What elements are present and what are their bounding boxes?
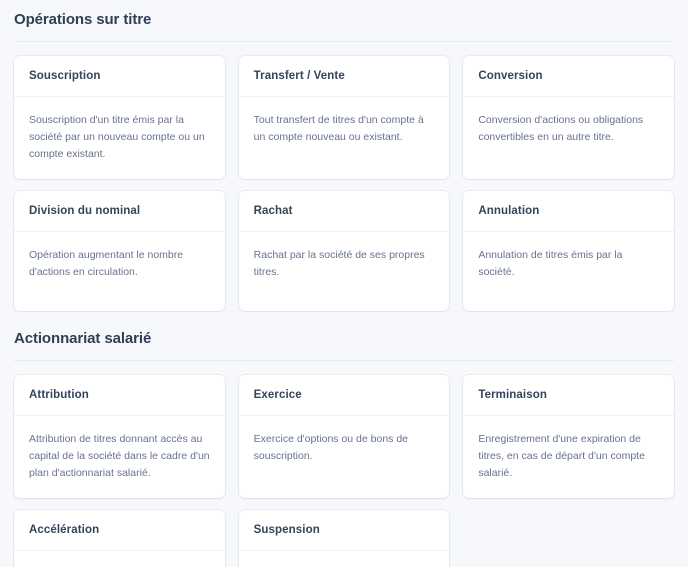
card-transfert-vente[interactable]: Transfert / Vente Tout transfert de titr… [238, 56, 450, 179]
section-operations-sur-titre: Opérations sur titre Souscription Souscr… [0, 0, 688, 311]
card-header: Attribution [14, 375, 225, 416]
card-title: Accélération [29, 524, 100, 536]
section-divider [14, 41, 674, 42]
card-description: Enregistrement d'une expiration de titre… [478, 433, 645, 479]
section-title: Opérations sur titre [14, 11, 152, 28]
card-body: Opération augmentant le nombre d'actions… [14, 232, 225, 311]
card-title: Conversion [478, 70, 543, 82]
card-body: Rachat par la société de ses propres tit… [239, 232, 450, 311]
card-exercice[interactable]: Exercice Exercice d'options ou de bons d… [238, 375, 450, 498]
section-header: Actionnariat salarié [14, 319, 674, 361]
card-title: Suspension [253, 524, 320, 536]
card-description: Rachat par la société de ses propres tit… [253, 249, 425, 278]
card-body: Annulation de titres émis par la société… [463, 232, 674, 311]
card-grid-operations: Souscription Souscription d'un titre émi… [14, 56, 674, 311]
card-header: Terminaison [463, 375, 674, 416]
card-description: Conversion d'actions ou obligations conv… [478, 114, 644, 143]
card-description: Tout transfert de titres d'un compte à u… [253, 114, 424, 143]
card-body: Souscription d'un titre émis par la soci… [14, 97, 225, 179]
card-suspension[interactable]: Suspension Suspension de l'acquisition d… [238, 510, 450, 567]
card-header: Exercice [238, 375, 450, 416]
page-root: Opérations sur titre Souscription Souscr… [0, 0, 688, 567]
card-header: Accélération [14, 510, 225, 551]
card-rachat[interactable]: Rachat Rachat par la société de ses prop… [238, 191, 450, 311]
card-title: Division du nominal [29, 205, 141, 217]
card-description: Attribution de titres donnant accès au c… [29, 433, 210, 479]
card-title: Terminaison [478, 389, 547, 401]
card-header: Conversion [463, 56, 674, 97]
card-header: Transfert / Vente [238, 56, 450, 97]
card-grid-actionnariat: Attribution Attribution de titres donnan… [14, 375, 674, 567]
section-title: Actionnariat salarié [14, 330, 152, 347]
card-description: Opération augmentant le nombre d'actions… [29, 249, 184, 278]
card-header: Souscription [14, 56, 225, 97]
card-title: Attribution [29, 389, 89, 401]
card-attribution[interactable]: Attribution Attribution de titres donnan… [14, 375, 225, 498]
card-body: Attribution de titres donnant accès au c… [14, 416, 225, 498]
card-title: Annulation [478, 205, 540, 217]
card-souscription[interactable]: Souscription Souscription d'un titre émi… [14, 56, 225, 179]
section-divider [14, 360, 674, 361]
card-body: Accélération de l'acquisition d'un titre… [14, 551, 225, 567]
card-acceleration[interactable]: Accélération Accélération de l'acquisiti… [14, 510, 225, 567]
card-title: Rachat [253, 205, 293, 217]
card-conversion[interactable]: Conversion Conversion d'actions ou oblig… [463, 56, 674, 179]
card-title: Exercice [253, 389, 302, 401]
card-body: Conversion d'actions ou obligations conv… [463, 97, 674, 179]
card-header: Suspension [238, 510, 450, 551]
card-division-du-nominal[interactable]: Division du nominal Opération augmentant… [14, 191, 225, 311]
card-description: Exercice d'options ou de bons de souscri… [253, 433, 409, 462]
card-body: Enregistrement d'une expiration de titre… [463, 416, 674, 498]
section-actionnariat-salarie: Actionnariat salarié Attribution Attribu… [0, 319, 688, 567]
card-header: Division du nominal [14, 191, 225, 232]
card-description: Souscription d'un titre émis par la soci… [29, 114, 205, 160]
card-title: Souscription [29, 70, 101, 82]
card-body: Tout transfert de titres d'un compte à u… [239, 97, 450, 179]
card-header: Rachat [238, 191, 450, 232]
card-terminaison[interactable]: Terminaison Enregistrement d'une expirat… [463, 375, 674, 498]
card-description: Annulation de titres émis par la société… [478, 249, 623, 278]
card-header: Annulation [463, 191, 674, 232]
section-header: Opérations sur titre [14, 0, 674, 42]
card-body: Exercice d'options ou de bons de souscri… [239, 416, 450, 498]
card-title: Transfert / Vente [253, 70, 345, 82]
card-annulation[interactable]: Annulation Annulation de titres émis par… [463, 191, 674, 311]
card-body: Suspension de l'acquisition d'un titre (… [239, 551, 450, 567]
